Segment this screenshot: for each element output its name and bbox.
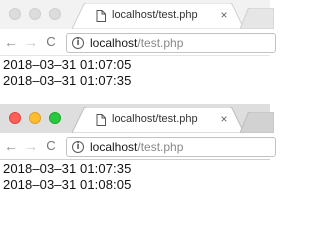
arrow-right-icon[interactable]: →	[24, 138, 38, 154]
page-icon	[96, 114, 106, 126]
timestamp-line: 2018–03–31 01:08:05	[3, 177, 132, 192]
tab-title: localhost/test.php	[112, 113, 198, 125]
toolbar: ← → C i localhost/test.php	[0, 133, 276, 160]
arrow-left-icon[interactable]: ←	[4, 34, 18, 50]
tab-active[interactable]: localhost/test.php ×	[72, 3, 244, 29]
reload-icon[interactable]: C	[44, 138, 58, 154]
arrow-left-icon[interactable]: ←	[4, 138, 18, 154]
reload-icon[interactable]: C	[44, 34, 58, 50]
minimize-window-button[interactable]	[29, 8, 41, 20]
url-path: /test.php	[137, 36, 184, 50]
tab-active[interactable]: localhost/test.php ×	[72, 107, 244, 133]
url-host: localhost	[90, 36, 138, 50]
browser-window-2: localhost/test.php × ← → C i localhost/t…	[0, 104, 276, 209]
close-tab-icon[interactable]: ×	[217, 8, 231, 22]
timestamp-line: 2018–03–31 01:07:05	[3, 57, 132, 72]
zoom-window-button[interactable]	[49, 112, 61, 124]
address-bar[interactable]: i localhost/test.php	[66, 137, 276, 157]
timestamp-line: 2018–03–31 01:07:35	[3, 161, 132, 176]
address-bar[interactable]: i localhost/test.php	[66, 33, 276, 53]
new-tab-button[interactable]	[240, 112, 274, 133]
url-text: localhost/test.php	[90, 140, 183, 154]
zoom-window-button[interactable]	[49, 8, 61, 20]
info-icon[interactable]: i	[72, 141, 84, 153]
close-window-button[interactable]	[9, 112, 21, 124]
url-path: /test.php	[137, 140, 184, 154]
close-tab-icon[interactable]: ×	[217, 112, 231, 126]
tab-strip: localhost/test.php ×	[0, 0, 274, 29]
url-host: localhost	[90, 140, 138, 154]
arrow-right-icon[interactable]: →	[24, 34, 38, 50]
close-window-button[interactable]	[9, 8, 21, 20]
info-icon[interactable]: i	[72, 37, 84, 49]
browser-window-1: localhost/test.php × ← → C i localhost/t…	[0, 0, 276, 104]
new-tab-button[interactable]	[240, 8, 274, 29]
url-text: localhost/test.php	[90, 36, 183, 50]
page-content: 2018–03–31 01:07:05 2018–03–31 01:07:35	[0, 57, 270, 89]
tab-title: localhost/test.php	[112, 9, 198, 21]
page-content: 2018–03–31 01:07:35 2018–03–31 01:08:05	[0, 161, 270, 193]
page-icon	[96, 10, 106, 22]
minimize-window-button[interactable]	[29, 112, 41, 124]
tab-strip: localhost/test.php ×	[0, 104, 274, 133]
timestamp-line: 2018–03–31 01:07:35	[3, 73, 132, 88]
toolbar: ← → C i localhost/test.php	[0, 29, 276, 56]
